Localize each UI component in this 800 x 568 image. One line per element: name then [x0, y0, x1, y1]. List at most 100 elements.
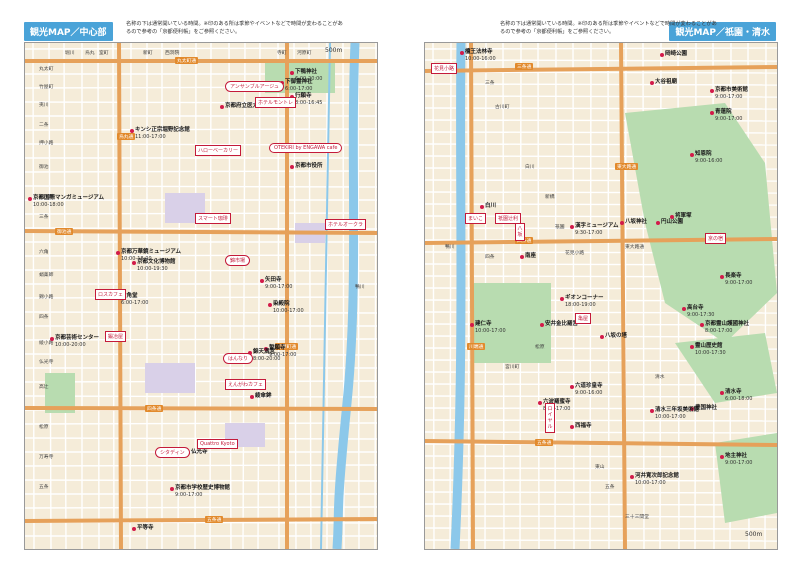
shop-tag: Quattro Kyoto [197, 439, 238, 449]
shop-tag: ロイヤル [545, 403, 555, 433]
poi-name: 京都市役所 [295, 163, 323, 169]
poi-hours: 6:00-17:00 [285, 85, 313, 92]
poi-label: 白川 [485, 203, 496, 210]
place-label: 烏丸 [85, 51, 95, 56]
poi-name: 下御霊神社 [285, 79, 313, 85]
poi-hours: 8:00-20:00 [253, 355, 281, 362]
poi-label: 京都市役所 [295, 163, 323, 170]
shop-tag: 鍛冶屋 [105, 331, 127, 342]
minor-street [25, 101, 377, 104]
poi-hours: 9:00-17:00 [175, 491, 203, 498]
road-label: 川端通 [467, 343, 486, 350]
poi-label: 円山公園 [661, 219, 683, 226]
poi-hours: 9:00-17:30 [687, 311, 715, 318]
place-label: 仏光寺 [39, 360, 54, 365]
place-label: 丸太町 [39, 67, 54, 72]
place-label: 三条 [485, 81, 495, 86]
place-label: 六角 [39, 250, 49, 255]
building-block [145, 363, 195, 393]
poi-marker [690, 153, 694, 157]
central-map: 丸太町通 烏丸通 四条通 河原町通 御池通 五条通 丸太町 竹屋町 夷川 二条 押小路 御池 姉小路 三条… [24, 42, 378, 550]
shop-tag: OTEKIRI by ENGAWA cafe [269, 143, 343, 153]
river [332, 43, 360, 549]
poi-hours: 9:00-17:00 [265, 283, 293, 290]
poi-name: 白川 [485, 203, 497, 209]
poi-hours: 10:00-16:00 [465, 55, 496, 62]
place-label: 花見小路 [565, 251, 585, 256]
main-road [25, 517, 377, 523]
poi-label: 平等寺 [137, 525, 154, 532]
poi-marker [710, 89, 714, 93]
poi-marker [290, 71, 294, 75]
minor-street [63, 43, 67, 549]
scale-bar: 500m [745, 531, 762, 538]
place-label: 五条 [39, 485, 49, 490]
poi-label: 矢田寺 9:00-17:00 [265, 277, 292, 290]
shop-tag: 亀屋 [575, 313, 592, 324]
poi-label: 大谷祖廟 [655, 79, 677, 86]
poi-label: 霊山歴史館 10:00-17:30 [695, 343, 726, 356]
poi-hours: 10:00-17:30 [695, 349, 726, 356]
poi-hours: 8:00-17:00 [705, 327, 733, 334]
minor-street [607, 43, 610, 549]
left-page-note: 名称の下は通常開いている時間。※印のある所は季節やイベントなどで時間が変わること… [126, 21, 343, 35]
gion-map: 三条通 四条通 東大路通 五条通 川端通 三条 古川町 白川 新橋 祇園 四条 花見小路 宮川町 松原 東山… [424, 42, 778, 550]
shop-tag: 京の宿 [705, 233, 727, 244]
poi-label: 岡崎公園 [665, 51, 687, 58]
road-label: 三条通 [515, 63, 534, 70]
road-label: 烏丸通 [117, 133, 136, 140]
poi-hours: 11:00-17:00 [135, 133, 166, 140]
poi-marker [656, 221, 660, 225]
place-label: 竹屋町 [39, 85, 54, 90]
poi-name: 八坂神社 [625, 219, 648, 225]
poi-label: 京都市美術館 9:00-17:00 [715, 87, 748, 100]
shop-tag: 花見小路 [431, 63, 458, 74]
poi-label: 南座 [525, 253, 536, 260]
main-road [25, 406, 377, 411]
poi-marker [650, 409, 654, 413]
place-label: 堀川 [65, 51, 75, 56]
poi-marker [570, 385, 574, 389]
shop-tag: まいこ [465, 213, 487, 224]
poi-label: 八坂の塔 [605, 333, 627, 340]
place-label: 鴨川 [445, 245, 455, 250]
poi-marker [132, 527, 136, 531]
place-label: 高辻 [39, 385, 49, 390]
poi-name: 京都霊山護國神社 [705, 321, 750, 327]
poi-label: 錦天満宮 8:00-20:00 [253, 349, 280, 362]
poi-label: キンシ正宗堀野記念館 11:00-17:00 [135, 127, 190, 140]
poi-marker [720, 391, 724, 395]
poi-label: 地主神社 9:00-17:00 [725, 453, 752, 466]
place-label: 蛸薬師 [39, 273, 54, 278]
place-label: 松原 [39, 425, 49, 430]
place-label: 新町 [143, 51, 153, 56]
poi-marker [290, 165, 294, 169]
shop-tag: ホテルオークラ [325, 219, 367, 230]
place-label: 錦小路 [39, 295, 54, 300]
poi-name: 清水三年坂美術館 [655, 407, 700, 413]
minor-street [25, 185, 377, 188]
shop-tag: 八坂 [515, 223, 525, 241]
place-label: 河原町 [297, 51, 312, 56]
poi-label: 清水寺 6:00-18:00 [725, 389, 752, 402]
place-label: 万寿寺 [39, 455, 54, 460]
poi-hours: 8:00-16:45 [295, 99, 323, 106]
poi-label: 長楽寺 9:00-17:00 [725, 273, 752, 286]
poi-name: 河井寛次郎記念館 [635, 473, 680, 479]
minor-street [25, 269, 377, 272]
poi-name: 大谷祖廟 [655, 79, 678, 85]
poi-marker [600, 335, 604, 339]
poi-name: 八坂の塔 [605, 333, 628, 339]
main-road [469, 43, 475, 549]
poi-marker [28, 197, 32, 201]
minor-street [432, 43, 435, 549]
poi-label: 八坂神社 [625, 219, 647, 226]
minor-street [194, 43, 197, 549]
minor-street [25, 479, 377, 482]
minor-street [374, 43, 377, 549]
shop-tag: えんがわカフェ [225, 379, 267, 390]
poi-hours: 10:00-17:00 [475, 327, 506, 334]
road-label: 四条通 [145, 405, 164, 412]
road-label: 五条通 [535, 439, 554, 446]
place-label: 三条 [39, 215, 49, 220]
